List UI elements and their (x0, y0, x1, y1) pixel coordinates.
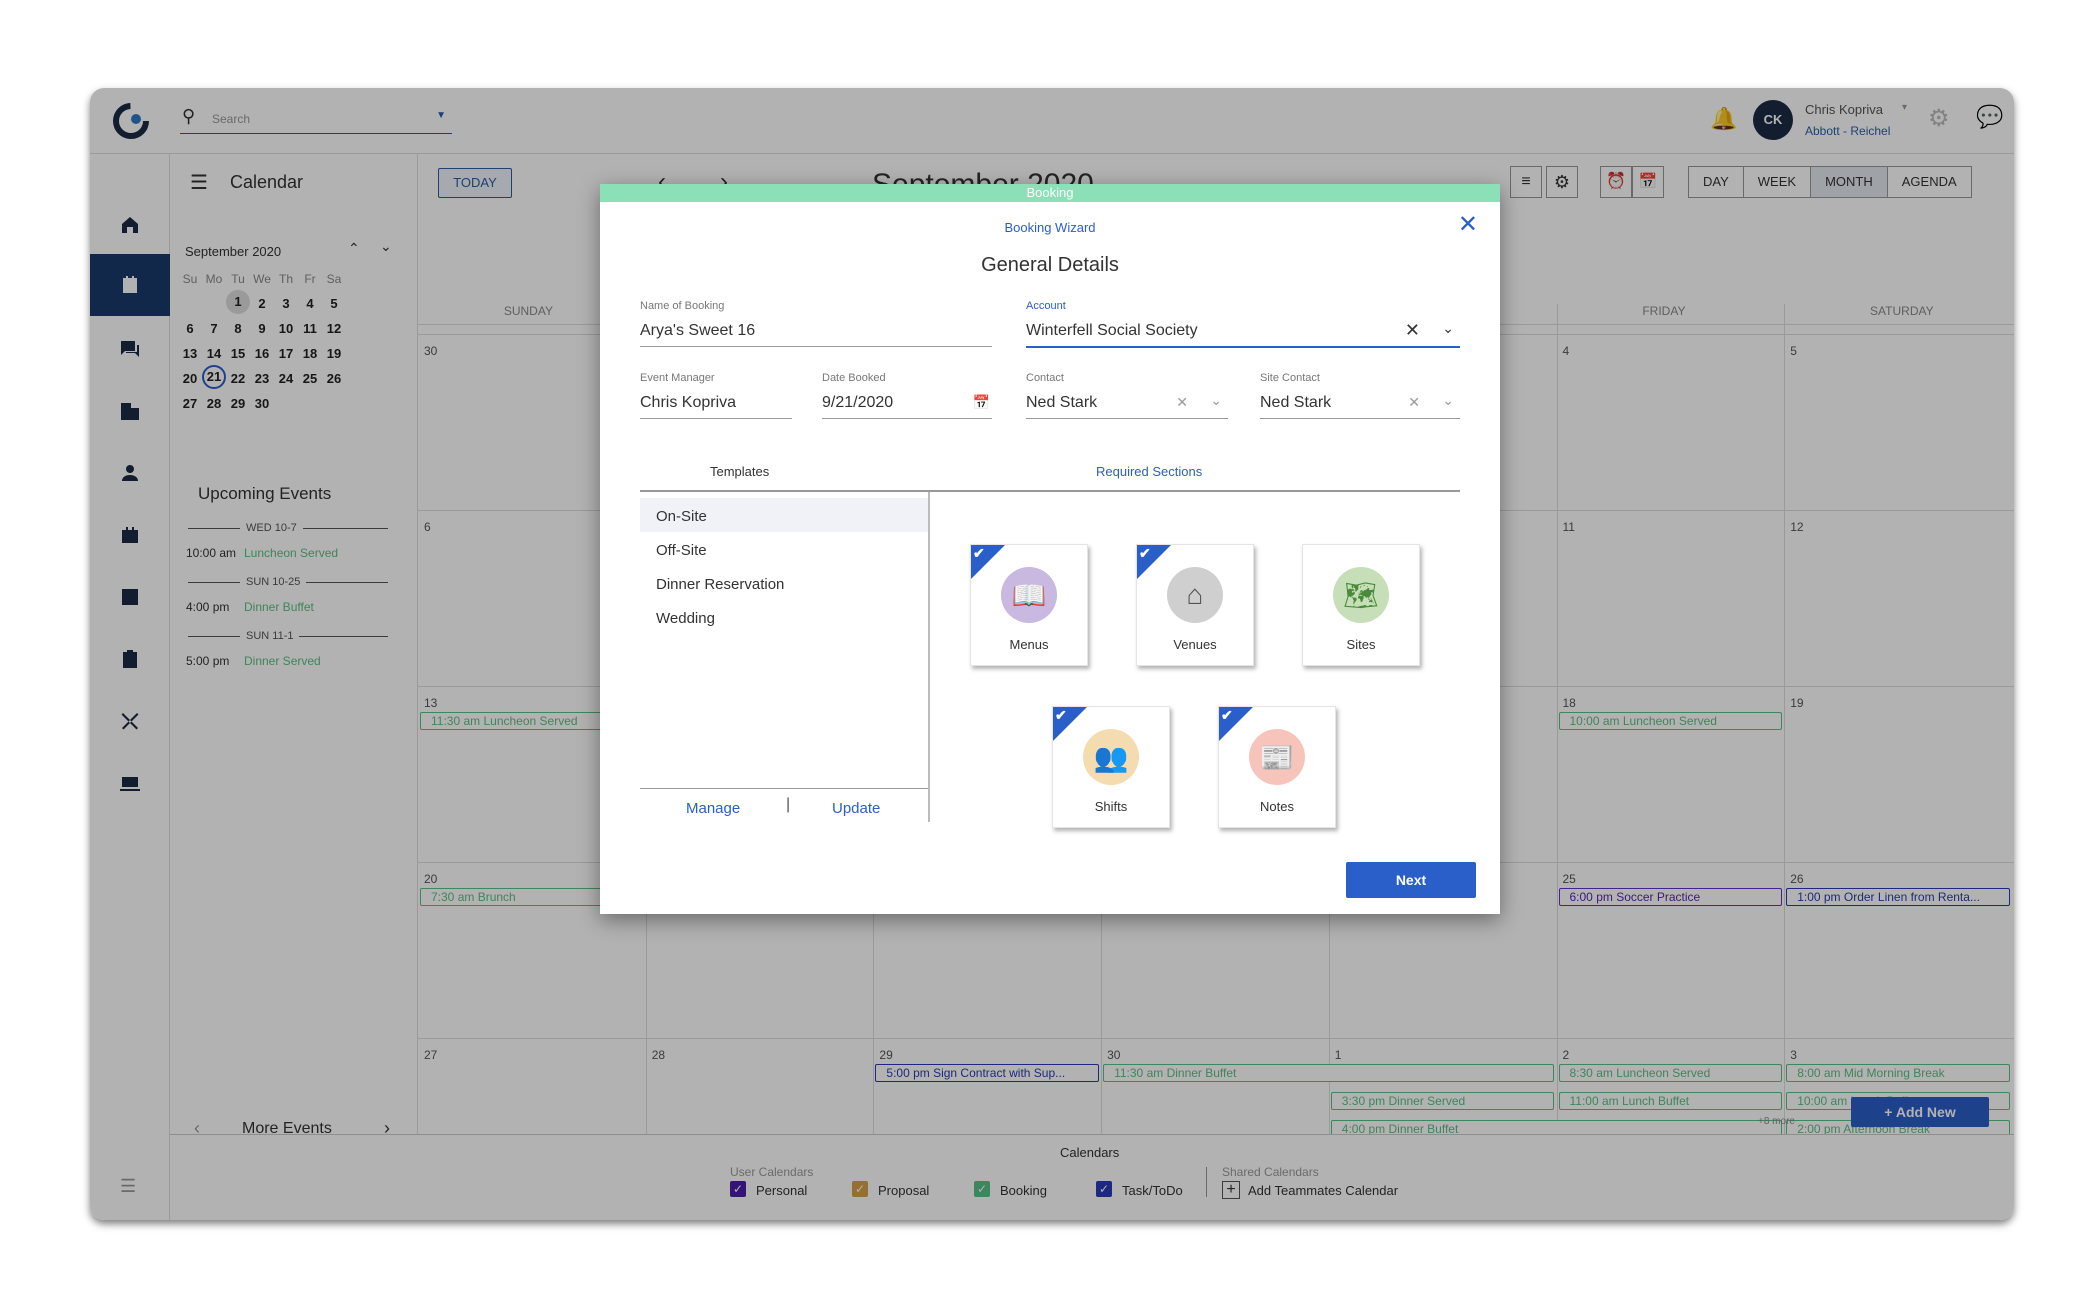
template-item[interactable]: Wedding (656, 610, 715, 627)
check-icon: ✔ (1055, 707, 1067, 723)
date-booked-field[interactable]: 9/21/2020 📅 (822, 394, 992, 419)
sites-glyph: 🗺 (1343, 579, 1379, 611)
date-booked-label: Date Booked (822, 372, 886, 384)
contact-label: Contact (1026, 372, 1064, 384)
separator: | (786, 796, 791, 813)
booking-name-label: Name of Booking (640, 300, 725, 312)
site-contact-field[interactable]: Ned Stark ✕ ⌄ (1260, 392, 1460, 419)
menus-glyph: 📖 (1011, 579, 1047, 611)
tab-templates[interactable]: Templates (710, 464, 769, 479)
clear-icon[interactable]: ✕ (1176, 394, 1188, 411)
templates-list: On-Site Off-Site Dinner Reservation Wedding… (640, 492, 930, 822)
venues-icon: ⌂ (1167, 567, 1223, 623)
date-booked-value: 9/21/2020 (822, 394, 894, 411)
clear-icon[interactable]: ✕ (1408, 394, 1420, 411)
section-card-menus[interactable]: ✔ 📖 Menus (970, 544, 1088, 666)
contact-value: Ned Stark (1026, 394, 1098, 411)
modal-header: Booking (600, 184, 1500, 202)
notes-glyph: 📰 (1259, 741, 1295, 773)
modal-title: General Details (981, 254, 1119, 276)
venues-glyph: ⌂ (1186, 579, 1204, 610)
check-icon: ✔ (1221, 707, 1233, 723)
chevron-down-icon[interactable]: ⌄ (1210, 392, 1222, 409)
section-label: Shifts (1094, 799, 1128, 814)
template-item[interactable]: Dinner Reservation (656, 576, 784, 593)
sites-icon: 🗺 (1333, 567, 1389, 623)
chevron-down-icon[interactable]: ⌄ (1442, 320, 1454, 337)
event-manager-label: Event Manager (640, 372, 715, 384)
check-icon: ✔ (973, 545, 985, 561)
section-label: Venues (1173, 637, 1217, 652)
menus-icon: 📖 (1001, 567, 1057, 623)
account-label: Account (1026, 300, 1066, 312)
section-label: Notes (1260, 799, 1294, 814)
check-icon: ✔ (1139, 545, 1151, 561)
booking-name-field[interactable]: Arya's Sweet 16 (640, 322, 992, 347)
section-label: Sites (1346, 637, 1376, 652)
wizard-title: Booking Wizard (1004, 220, 1096, 235)
site-contact-label: Site Contact (1260, 372, 1320, 384)
shifts-icon: 👥 (1083, 729, 1139, 785)
next-button[interactable]: Next (1346, 862, 1476, 898)
shifts-glyph: 👥 (1093, 741, 1129, 773)
templates-footer-line (640, 788, 928, 789)
close-icon[interactable]: ✕ (1458, 210, 1478, 239)
section-label: Menus (1009, 637, 1049, 652)
calendar-picker-icon[interactable]: 📅 (973, 394, 990, 411)
update-button[interactable]: Update (832, 800, 880, 817)
notes-icon: 📰 (1249, 729, 1305, 785)
site-contact-value: Ned Stark (1260, 394, 1332, 411)
template-item[interactable]: Off-Site (656, 542, 707, 559)
account-value: Winterfell Social Society (1026, 322, 1198, 339)
section-card-shifts[interactable]: ✔ 👥 Shifts (1052, 706, 1170, 828)
contact-field[interactable]: Ned Stark ✕ ⌄ (1026, 392, 1228, 419)
section-card-venues[interactable]: ✔ ⌂ Venues (1136, 544, 1254, 666)
booking-modal: Booking Booking Wizard ✕ General Details… (600, 184, 1500, 914)
account-field[interactable]: Winterfell Social Society ✕ ⌄ (1026, 320, 1460, 348)
event-manager-field[interactable]: Chris Kopriva (640, 394, 792, 419)
tab-required-sections[interactable]: Required Sections (1096, 464, 1202, 479)
template-item[interactable]: On-Site (656, 508, 707, 525)
section-card-notes[interactable]: ✔ 📰 Notes (1218, 706, 1336, 828)
section-card-sites[interactable]: 🗺 Sites (1302, 544, 1420, 666)
clear-icon[interactable]: ✕ (1405, 320, 1420, 341)
manage-button[interactable]: Manage (686, 800, 740, 817)
chevron-down-icon[interactable]: ⌄ (1442, 392, 1454, 409)
